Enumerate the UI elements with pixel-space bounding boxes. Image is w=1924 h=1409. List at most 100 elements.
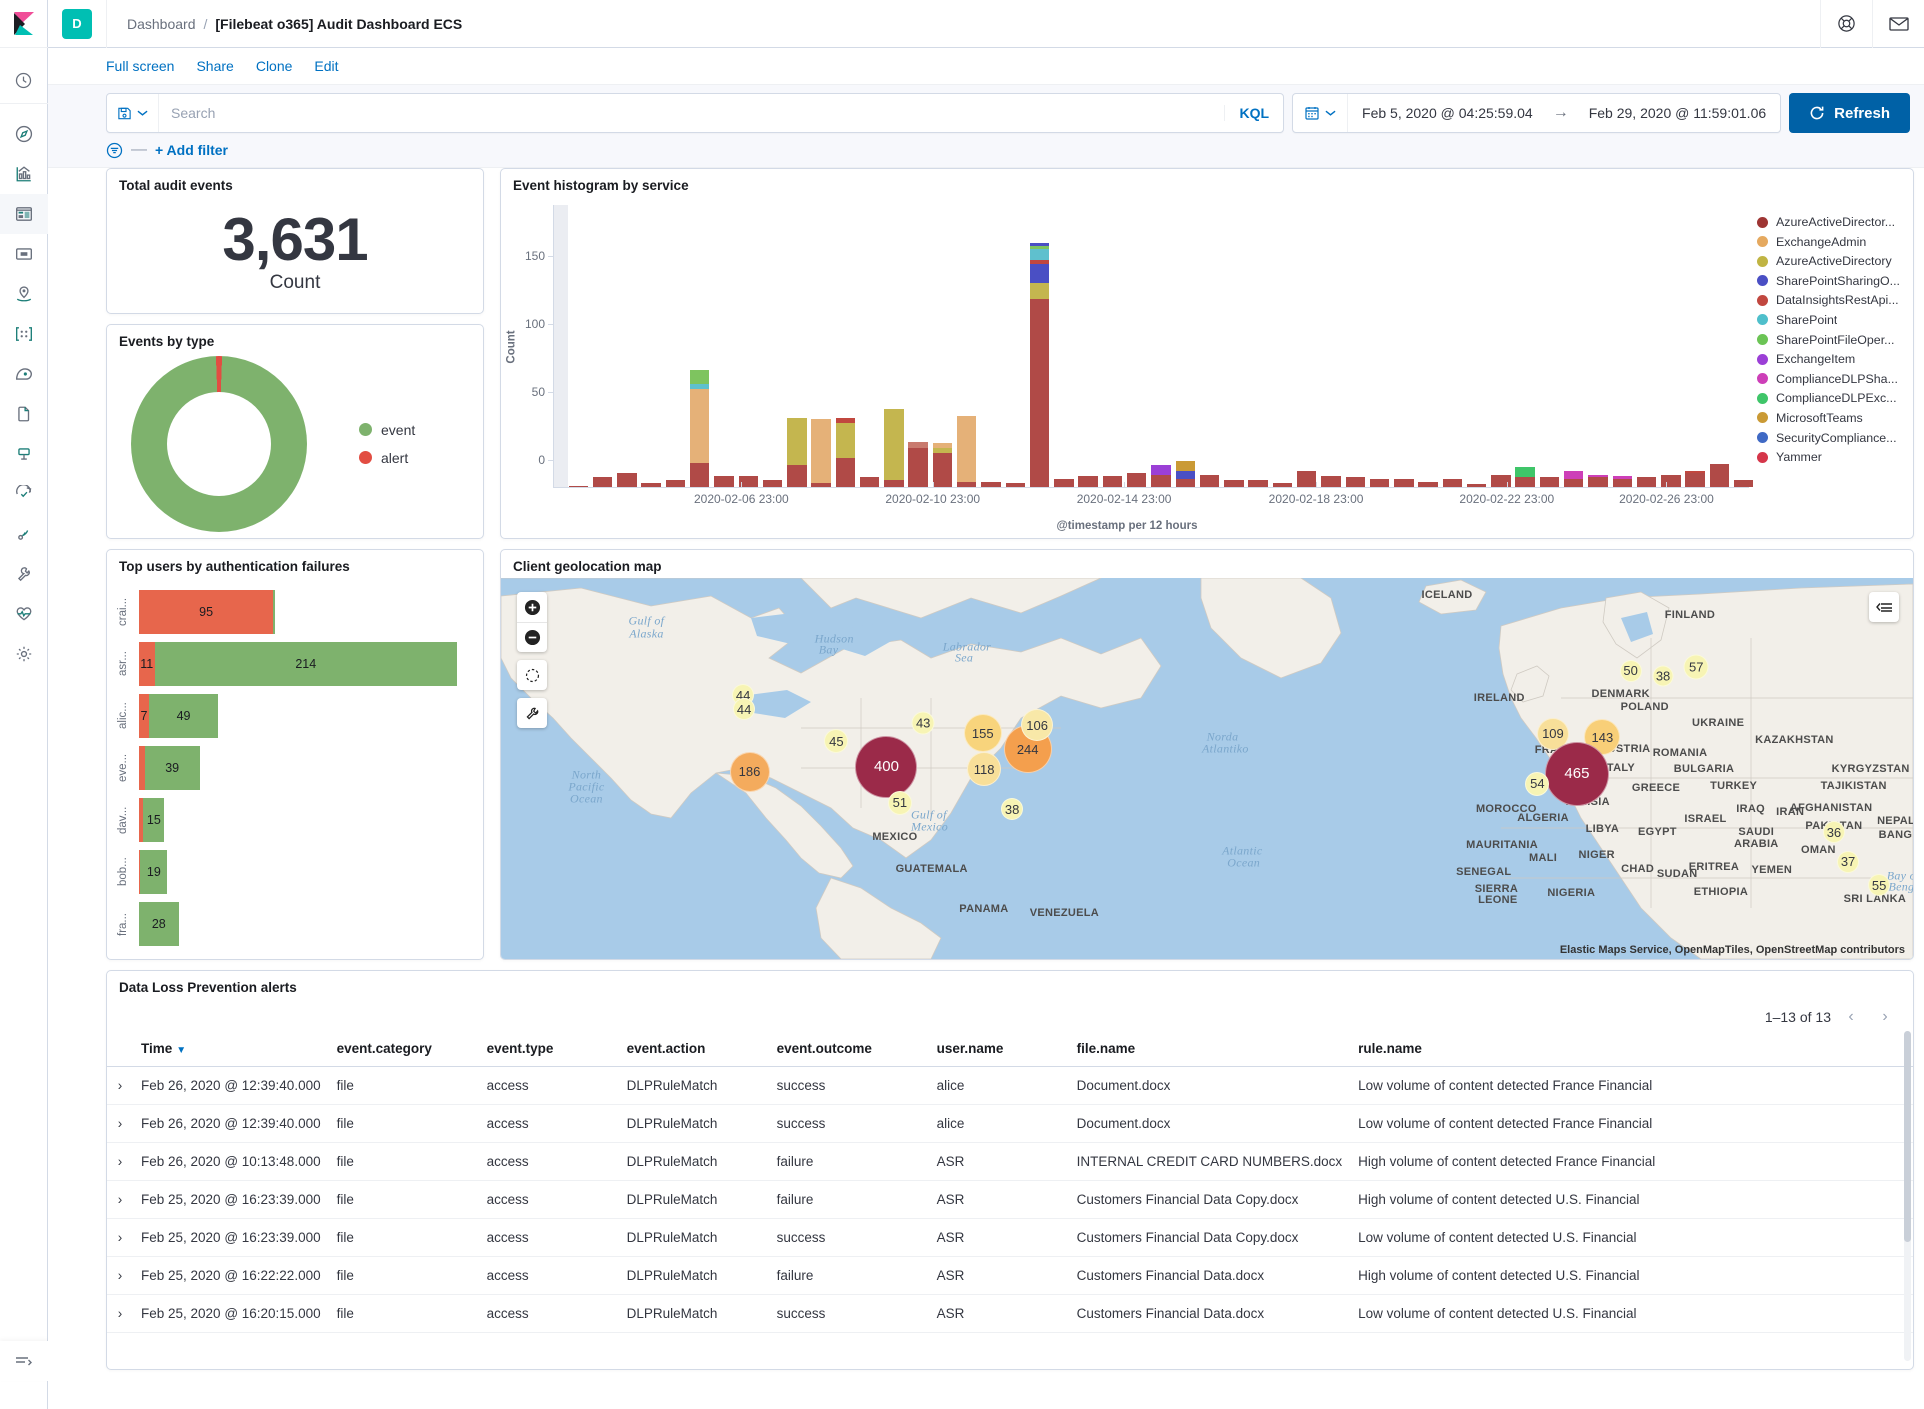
histogram-bar-segment[interactable] xyxy=(1224,480,1243,487)
histogram-bar-segment[interactable] xyxy=(1030,283,1049,299)
histogram-bar-segment[interactable] xyxy=(1710,464,1729,487)
map-cluster-marker[interactable]: 37 xyxy=(1837,851,1859,873)
histogram-bar[interactable] xyxy=(1224,480,1243,487)
table-column-header[interactable]: event.type xyxy=(479,1031,619,1067)
collapse-nav-button[interactable] xyxy=(0,1341,48,1381)
sidebar-item-machine-learning[interactable] xyxy=(0,314,48,354)
histogram-bar-segment[interactable] xyxy=(957,416,976,481)
histogram-bar-segment[interactable] xyxy=(1588,477,1607,487)
table-column-header[interactable]: event.category xyxy=(329,1031,479,1067)
sidebar-item-uptime[interactable] xyxy=(0,474,48,514)
histogram-bar-segment[interactable] xyxy=(1176,461,1195,471)
add-filter-button[interactable]: + Add filter xyxy=(155,142,228,158)
histogram-bar-segment[interactable] xyxy=(1394,479,1413,487)
histogram-bar-segment[interactable] xyxy=(1030,264,1049,283)
map-cluster-marker[interactable]: 54 xyxy=(1525,772,1549,796)
histogram-bar-segment[interactable] xyxy=(1661,475,1680,487)
sidebar-item-maps[interactable] xyxy=(0,274,48,314)
sidebar-item-logs[interactable] xyxy=(0,394,48,434)
histogram-bar[interactable] xyxy=(811,419,830,487)
map-cluster-marker[interactable]: 50 xyxy=(1620,660,1642,682)
histogram-bar-segment[interactable] xyxy=(666,480,685,487)
map-cluster-marker[interactable]: 155 xyxy=(964,714,1002,752)
histogram-legend-item[interactable]: DataInsightsRestApi... xyxy=(1757,293,1909,307)
edit-button[interactable]: Edit xyxy=(314,58,338,74)
histogram-bar-segment[interactable] xyxy=(1030,299,1049,487)
histogram-bar-segment[interactable] xyxy=(811,483,830,487)
bar-segment-success[interactable]: 28 xyxy=(139,902,179,946)
sidebar-item-apm[interactable] xyxy=(0,434,48,474)
histogram-bar-segment[interactable] xyxy=(1054,479,1073,487)
histogram-bar[interactable] xyxy=(1103,476,1122,487)
histogram-bar-segment[interactable] xyxy=(836,423,855,458)
map-cluster-marker[interactable]: 55 xyxy=(1868,874,1890,896)
histogram-legend-item[interactable]: ExchangeAdmin xyxy=(1757,235,1909,249)
histogram-bar-segment[interactable] xyxy=(1443,479,1462,487)
histogram-legend-item[interactable]: SharePoint xyxy=(1757,313,1909,327)
help-icon[interactable] xyxy=(1820,0,1872,48)
histogram-bar[interactable] xyxy=(617,473,636,487)
fit-to-data-icon[interactable] xyxy=(517,660,547,690)
histogram-bar[interactable] xyxy=(1637,477,1656,487)
histogram-bar-segment[interactable] xyxy=(1297,471,1316,487)
sidebar-item-discover[interactable] xyxy=(0,114,48,154)
histogram-legend-item[interactable]: SharePointFileOper... xyxy=(1757,333,1909,347)
histogram-bar-segment[interactable] xyxy=(1103,476,1122,487)
histogram-bar[interactable] xyxy=(1564,471,1583,487)
refresh-button[interactable]: Refresh xyxy=(1789,93,1910,133)
map-cluster-marker[interactable]: 45 xyxy=(824,729,848,753)
histogram-bar[interactable] xyxy=(1734,480,1753,487)
clone-button[interactable]: Clone xyxy=(256,58,293,74)
histogram-bar[interactable] xyxy=(957,416,976,487)
histogram-bar[interactable] xyxy=(1540,477,1559,487)
expand-row-button[interactable]: › xyxy=(107,1181,133,1219)
histogram-bar-segment[interactable] xyxy=(1273,483,1292,487)
map-cluster-marker[interactable]: 400 xyxy=(855,736,917,798)
donut-legend-item[interactable]: event xyxy=(359,422,415,438)
sidebar-item-recently-viewed[interactable] xyxy=(0,58,48,104)
histogram-legend-item[interactable]: SharePointSharingO... xyxy=(1757,274,1909,288)
histogram-bar[interactable] xyxy=(1151,465,1170,487)
histogram-bar[interactable] xyxy=(1467,484,1486,487)
histogram-bar-segment[interactable] xyxy=(1734,480,1753,487)
histogram-legend-item[interactable]: Yammer xyxy=(1757,450,1909,464)
histogram-bar[interactable] xyxy=(1273,483,1292,487)
histogram-bar[interactable] xyxy=(1394,479,1413,487)
date-start[interactable]: Feb 5, 2020 @ 04:25:59.04 xyxy=(1348,105,1547,121)
histogram-bar[interactable] xyxy=(1297,471,1316,487)
histogram-bar[interactable] xyxy=(593,477,612,487)
histogram-bar-segment[interactable] xyxy=(1321,476,1340,487)
histogram-legend-item[interactable]: SecurityCompliance... xyxy=(1757,431,1909,445)
bar-segment-failure[interactable]: 95 xyxy=(139,590,273,634)
histogram-legend-item[interactable]: AzureActiveDirector... xyxy=(1757,215,1909,229)
saved-query-button[interactable] xyxy=(107,94,159,132)
histogram-bar-segment[interactable] xyxy=(1078,476,1097,487)
map-zoom-in-button[interactable] xyxy=(517,592,547,622)
histogram-bar[interactable] xyxy=(1613,476,1632,487)
bar-segment-success[interactable] xyxy=(273,590,274,634)
bar-segment-failure[interactable]: 11 xyxy=(139,642,155,686)
histogram-bar[interactable] xyxy=(1418,482,1437,487)
bar-legend-item[interactable]: failure xyxy=(220,958,278,960)
histogram-bar[interactable] xyxy=(1710,464,1729,487)
map-cluster-marker[interactable]: 106 xyxy=(1021,709,1053,741)
map-cluster-marker[interactable]: 57 xyxy=(1684,654,1709,679)
table-column-header[interactable]: file.name xyxy=(1069,1031,1351,1067)
histogram-bar-segment[interactable] xyxy=(1418,482,1437,487)
expand-row-button[interactable]: › xyxy=(107,1257,133,1295)
full-screen-button[interactable]: Full screen xyxy=(106,58,174,74)
histogram-bar-segment[interactable] xyxy=(1637,477,1656,487)
map-cluster-marker[interactable]: 186 xyxy=(730,752,770,792)
histogram-bar-segment[interactable] xyxy=(1370,479,1389,487)
histogram-bar[interactable] xyxy=(1515,467,1534,487)
bar-segment-success[interactable]: 19 xyxy=(140,850,167,894)
histogram-bar-segment[interactable] xyxy=(763,480,782,487)
map-cluster-marker[interactable]: 36 xyxy=(1823,821,1845,843)
sidebar-item-monitoring[interactable] xyxy=(0,594,48,634)
map-zoom-out-button[interactable] xyxy=(517,622,547,652)
query-language-button[interactable]: KQL xyxy=(1224,105,1283,121)
histogram-bar-segment[interactable] xyxy=(787,418,806,466)
histogram-bar-segment[interactable] xyxy=(1127,473,1146,487)
histogram-bar[interactable] xyxy=(884,409,903,487)
sidebar-item-management[interactable] xyxy=(0,634,48,674)
